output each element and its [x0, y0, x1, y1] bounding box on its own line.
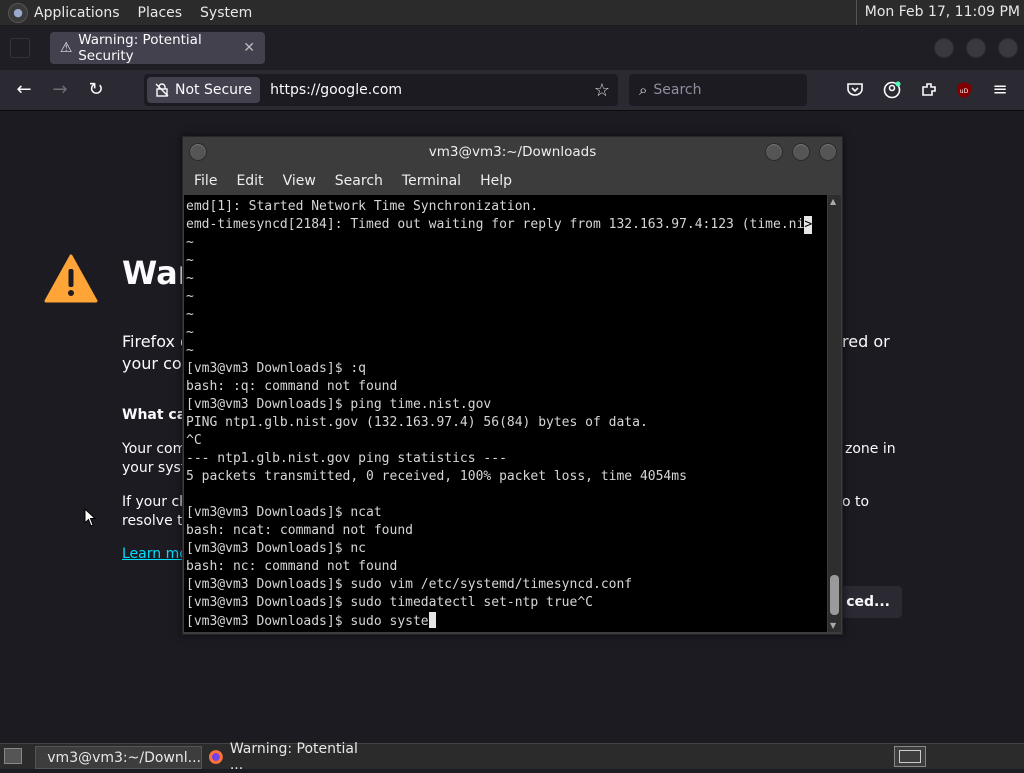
terminal-line: PING ntp1.glb.nist.gov (132.163.97.4) 56… — [186, 415, 648, 430]
terminal-line: [vm3@vm3 Downloads]$ ncat — [186, 505, 382, 520]
panel-clock[interactable]: Mon Feb 17, 11:09 PM — [855, 0, 1020, 25]
menu-file[interactable]: File — [194, 173, 217, 189]
terminal-line: [vm3@vm3 Downloads]$ nc — [186, 541, 367, 556]
terminal-screen[interactable]: emd[1]: Started Network Time Synchroniza… — [184, 195, 827, 632]
warning-icon: ⚠ — [59, 40, 73, 56]
terminal-line: [vm3@vm3 Downloads]$ ping time.nist.gov — [186, 397, 492, 412]
terminal-line: ~ — [186, 325, 194, 340]
workspace-switcher[interactable] — [894, 746, 926, 767]
terminal-line: bash: :q: command not found — [186, 379, 398, 394]
svg-text:uD: uD — [960, 88, 969, 95]
minimize-window-button[interactable] — [934, 38, 954, 58]
hamburger-menu-icon[interactable]: ≡ — [988, 78, 1012, 102]
intro-text-line1: Firefox d — [122, 332, 191, 351]
terminal-line: ^C — [186, 433, 202, 448]
tab-close-icon[interactable]: ✕ — [243, 40, 255, 56]
terminal-minimize-button[interactable] — [765, 143, 783, 161]
terminal-line: --- ntp1.glb.nist.gov ping statistics --… — [186, 451, 507, 466]
scrollbar-thumb[interactable] — [830, 575, 839, 615]
terminal-menu-bar: File Edit View Search Terminal Help — [183, 167, 842, 195]
url-text[interactable]: https://google.com — [270, 82, 402, 98]
top-panel: ● Applications Places System Mon Feb 17,… — [0, 0, 1024, 26]
what-can-you-do-heading: What ca — [122, 407, 187, 423]
reload-icon[interactable]: ↻ — [84, 78, 108, 102]
security-label: Not Secure — [175, 82, 253, 98]
terminal-window[interactable]: vm3@vm3:~/Downloads File Edit View Searc… — [182, 136, 843, 635]
terminal-line: ~ — [186, 253, 194, 268]
site-security-button[interactable]: Not Secure — [147, 77, 261, 103]
firefox-navigation-bar: ← → ↻ Not Secure https://google.com ☆ ⌕ … — [0, 70, 1024, 111]
terminal-line: ~ — [186, 235, 194, 250]
tab-title: Warning: Potential Security — [78, 32, 202, 64]
terminal-line: ~ — [186, 307, 194, 322]
advice-text-line1-end: zone in — [845, 441, 896, 457]
tab-warning[interactable]: ⚠ Warning: Potential Security ✕ — [50, 32, 265, 64]
os-logo-icon[interactable]: ● — [8, 2, 28, 23]
taskbar-item-firefox[interactable]: Warning: Potential ... — [204, 741, 374, 773]
text-cursor — [428, 612, 436, 628]
menu-help[interactable]: Help — [480, 173, 512, 189]
taskbar-item-terminal[interactable]: vm3@vm3:~/Downl... — [35, 746, 202, 769]
terminal-menu-button[interactable] — [189, 143, 207, 161]
terminal-line: ~ — [186, 289, 194, 304]
bottom-panel: vm3@vm3:~/Downl... Warning: Potential ..… — [0, 741, 1024, 773]
search-icon: ⌕ — [639, 81, 648, 99]
terminal-close-button[interactable] — [819, 143, 837, 161]
learn-more-link[interactable]: Learn mo — [122, 546, 188, 562]
terminal-icon — [40, 756, 42, 759]
mouse-pointer-icon — [84, 508, 97, 527]
menu-terminal[interactable]: Terminal — [402, 173, 461, 189]
intro-text-line1-end: red or — [842, 332, 890, 351]
firefox-icon — [208, 749, 223, 764]
terminal-maximize-button[interactable] — [792, 143, 810, 161]
menu-search[interactable]: Search — [335, 173, 383, 189]
search-placeholder: Search — [653, 82, 702, 98]
back-arrow-icon[interactable]: ← — [12, 78, 36, 102]
terminal-line: [vm3@vm3 Downloads]$ sudo timedatectl se… — [186, 595, 593, 610]
close-window-button[interactable] — [998, 38, 1018, 58]
pocket-icon[interactable] — [846, 82, 864, 98]
search-input[interactable]: ⌕ Search — [629, 74, 807, 106]
terminal-line: [vm3@vm3 Downloads]$ sudo syste — [186, 612, 812, 631]
menu-places[interactable]: Places — [138, 5, 183, 21]
bookmark-star-icon[interactable]: ☆ — [594, 80, 610, 101]
menu-edit[interactable]: Edit — [236, 173, 263, 189]
terminal-title: vm3@vm3:~/Downloads — [428, 144, 597, 160]
advice-text-line1: Your com — [122, 441, 187, 457]
terminal-line: [vm3@vm3 Downloads]$ sudo vim /etc/syste… — [186, 577, 633, 592]
advice-text-line3-end: o to — [842, 494, 870, 510]
extensions-icon[interactable] — [920, 81, 938, 99]
terminal-line: ~ — [186, 343, 194, 358]
line-truncation-marker: > — [804, 216, 813, 234]
show-desktop-button[interactable] — [4, 748, 22, 764]
scroll-up-arrow-icon[interactable]: ▲ — [830, 197, 836, 206]
advice-text-line2: your syst — [122, 460, 187, 476]
url-bar[interactable]: Not Secure https://google.com ☆ — [144, 74, 618, 106]
forward-arrow-icon[interactable]: → — [48, 78, 72, 102]
terminal-line: bash: ncat: command not found — [186, 523, 413, 538]
terminal-title-bar[interactable]: vm3@vm3:~/Downloads — [183, 137, 842, 167]
taskbar-item-label: vm3@vm3:~/Downl... — [47, 749, 201, 766]
scroll-down-arrow-icon[interactable]: ▼ — [830, 621, 836, 630]
terminal-line: emd-timesyncd[2184]: Timed out waiting f… — [186, 216, 813, 234]
account-icon[interactable] — [883, 81, 901, 99]
warning-triangle-icon — [44, 254, 98, 303]
ublock-icon[interactable]: uD — [955, 81, 973, 99]
menu-system[interactable]: System — [200, 5, 252, 21]
terminal-scrollbar[interactable]: ▲ ▼ — [828, 195, 841, 632]
terminal-line: 5 packets transmitted, 0 received, 100% … — [186, 469, 687, 484]
lock-warning-icon — [155, 83, 169, 97]
terminal-line: bash: nc: command not found — [186, 559, 398, 574]
maximize-window-button[interactable] — [966, 38, 986, 58]
menu-applications[interactable]: Applications — [34, 5, 120, 21]
firefox-view-icon[interactable] — [10, 38, 30, 58]
menu-view[interactable]: View — [283, 173, 316, 189]
terminal-output: emd[1]: Started Network Time Synchroniza… — [186, 198, 813, 631]
terminal-line: ~ — [186, 271, 194, 286]
terminal-line: [vm3@vm3 Downloads]$ :q — [186, 361, 367, 376]
firefox-tab-bar: ⚠ Warning: Potential Security ✕ — [0, 26, 1024, 70]
terminal-line: emd[1]: Started Network Time Synchroniza… — [186, 199, 539, 214]
